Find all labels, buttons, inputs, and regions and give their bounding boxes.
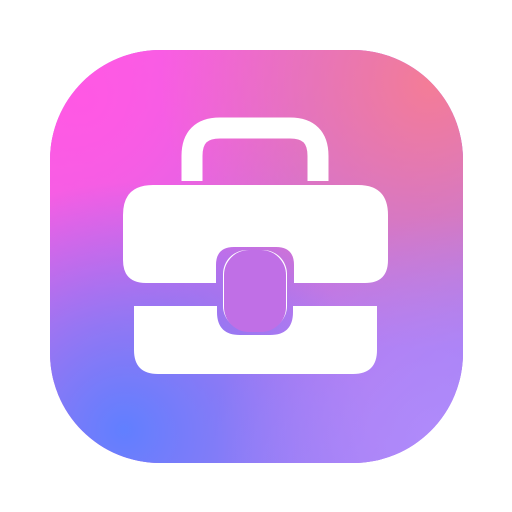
app-icon-stage <box>0 0 512 512</box>
briefcase-clasp-inner <box>224 250 286 332</box>
briefcase-icon <box>50 50 463 463</box>
app-icon[interactable] <box>50 50 463 463</box>
